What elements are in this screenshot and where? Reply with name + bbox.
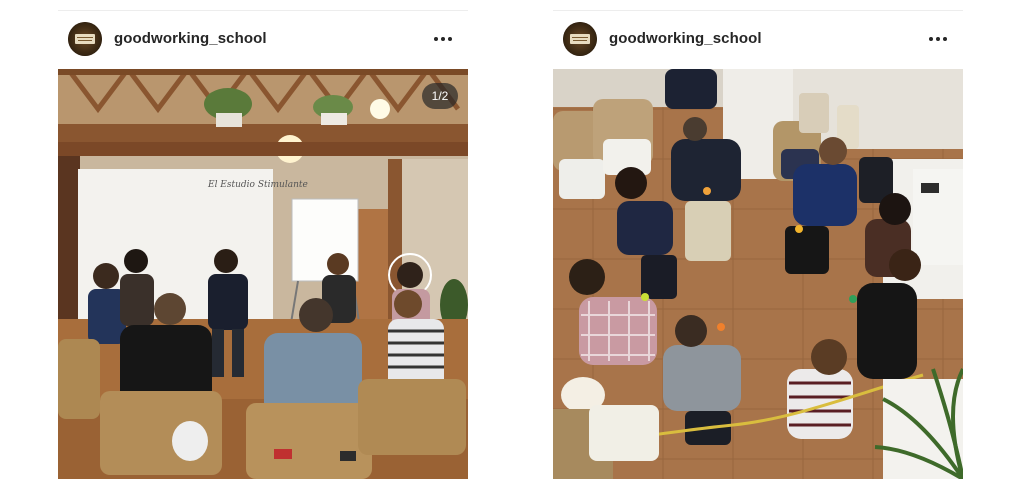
- instagram-post: goodworking_school: [58, 10, 468, 481]
- instagram-post: goodworking_school: [553, 10, 963, 481]
- post-photo[interactable]: El Estudio Stimulante 1/2: [58, 69, 468, 479]
- more-options-icon[interactable]: [927, 32, 949, 46]
- logo-line: [573, 40, 587, 41]
- post-header: goodworking_school: [553, 11, 963, 68]
- profile-avatar[interactable]: [563, 22, 597, 56]
- post-photo[interactable]: [553, 69, 963, 479]
- profile-avatar[interactable]: [68, 22, 102, 56]
- carousel-counter: 1/2: [422, 83, 458, 109]
- svg-text:El Estudio Stimulante: El Estudio Stimulante: [207, 180, 308, 190]
- photo-overhead-group: [553, 69, 963, 479]
- username-link[interactable]: goodworking_school: [114, 30, 267, 47]
- logo-line: [78, 40, 92, 41]
- school-logo-icon: [75, 34, 95, 44]
- username-link[interactable]: goodworking_school: [609, 30, 762, 47]
- post-header: goodworking_school: [58, 11, 468, 68]
- photo-classroom-circle: El Estudio Stimulante: [58, 69, 468, 479]
- logo-line: [572, 37, 588, 38]
- logo-line: [77, 37, 93, 38]
- school-logo-icon: [570, 34, 590, 44]
- more-options-icon[interactable]: [432, 32, 454, 46]
